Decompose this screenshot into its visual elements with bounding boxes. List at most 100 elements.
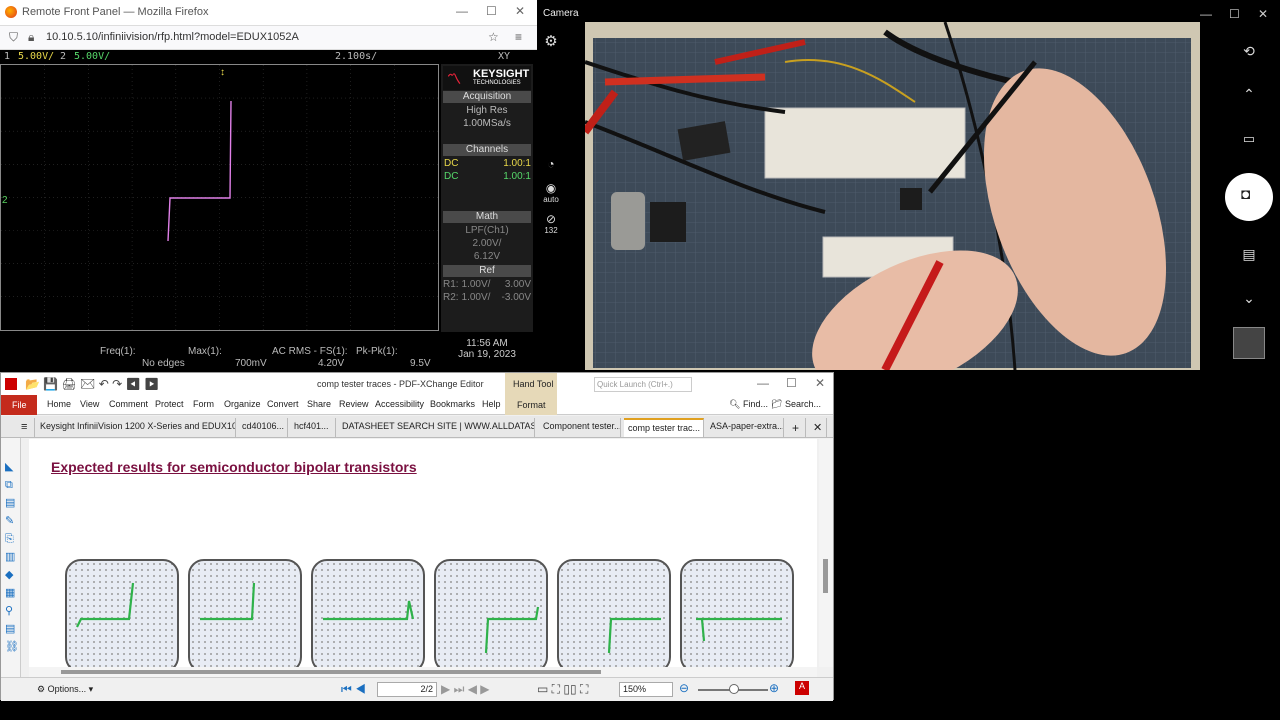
bookmark-star-icon[interactable]: ☆ xyxy=(488,30,499,44)
zoom-in-icon[interactable]: ⊕ xyxy=(769,681,779,695)
menu-review[interactable]: Review xyxy=(339,399,369,409)
channels-header[interactable]: Channels xyxy=(443,144,531,156)
cam-close-icon[interactable]: ✕ xyxy=(1258,7,1268,21)
gear-icon[interactable]: ⚙ xyxy=(543,32,559,50)
ref-header[interactable]: Ref xyxy=(443,265,531,277)
camera-title: Camera xyxy=(543,8,579,19)
quick-launch-input[interactable]: Quick Launch (Ctrl+.) xyxy=(594,377,692,392)
pdf-close-icon[interactable]: ✕ xyxy=(815,376,825,390)
page-layout-icons[interactable]: ▭ ⛶ ▯▯ ⛶ xyxy=(537,682,588,697)
menu-file[interactable]: File xyxy=(1,395,37,415)
keysight-logo-icon: 〽 xyxy=(447,71,461,87)
zoom-out-icon[interactable]: ⊖ xyxy=(679,681,689,695)
pdf-minimize-icon[interactable]: — xyxy=(757,376,769,390)
doc-tab[interactable]: Keysight InfiniiVision 1200 X-Series and… xyxy=(36,418,236,437)
zoom-select[interactable]: 150% xyxy=(619,682,673,697)
pkpk-label: Pk-Pk(1): xyxy=(356,346,398,357)
vertical-scrollbar[interactable] xyxy=(819,439,833,667)
ref1-offset: 3.00V xyxy=(504,279,531,290)
pkpk-value: 9.5V xyxy=(410,358,431,369)
zoom-slider[interactable] xyxy=(698,684,768,694)
page-nav-forward-icons[interactable]: ▶ ⏭ ◀ ▶ xyxy=(441,682,490,697)
chevron-down-icon[interactable]: ⌄ xyxy=(1239,290,1259,307)
math-header[interactable]: Math xyxy=(443,211,531,223)
menu-format[interactable]: Format xyxy=(505,395,557,415)
doc-tab-active[interactable]: comp tester trac... xyxy=(624,418,704,437)
page-number-field[interactable]: 2/2 xyxy=(377,682,437,697)
cam-maximize-icon[interactable]: ☐ xyxy=(1229,7,1240,21)
auto-exposure-icon[interactable]: ◉ auto xyxy=(537,181,565,204)
doc-tab[interactable]: cd40106... xyxy=(238,418,288,437)
find-button[interactable]: 🔍︎ Find... xyxy=(729,399,768,410)
adobe-icon[interactable]: A xyxy=(795,681,809,695)
menu-bookmarks[interactable]: Bookmarks xyxy=(430,399,475,409)
options-button[interactable]: ⚙ Options... ▾ xyxy=(37,684,93,695)
curve-trace xyxy=(323,600,415,621)
menu-icon[interactable]: ≡ xyxy=(515,30,522,44)
scope-date: Jan 19, 2023 xyxy=(458,349,516,360)
firefox-title: Remote Front Panel — Mozilla Firefox xyxy=(22,6,209,18)
document-mode-icon[interactable]: ▤ xyxy=(1239,246,1259,263)
shield-icon[interactable]: ⛉ xyxy=(9,30,18,45)
freq-label: Freq(1): xyxy=(100,346,136,357)
firefox-window: Remote Front Panel — Mozilla Firefox — ☐… xyxy=(0,0,537,372)
close-tab-icon[interactable]: ✕ xyxy=(809,418,827,437)
max-label: Max(1): xyxy=(188,346,222,357)
document-tabs: ≡ Keysight InfiniiVision 1200 X-Series a… xyxy=(1,416,833,438)
tabs-list-icon[interactable]: ≡ xyxy=(17,418,35,437)
ch2-number: 2 xyxy=(60,51,67,62)
menu-convert[interactable]: Convert xyxy=(267,399,299,409)
math-scale: 2.00V/ xyxy=(472,238,502,249)
doc-tab[interactable]: Component tester... xyxy=(539,418,621,437)
menu-help[interactable]: Help xyxy=(482,399,501,409)
cam-minimize-icon[interactable]: — xyxy=(1200,7,1212,21)
menu-comment[interactable]: Comment xyxy=(109,399,148,409)
menu-view[interactable]: View xyxy=(80,399,99,409)
pdf-menu-ribbon: File Home View Comment Protect Form Orga… xyxy=(1,395,833,415)
menu-home[interactable]: Home xyxy=(47,399,71,409)
horizontal-scrollbar[interactable] xyxy=(29,667,817,677)
lock-icon[interactable]: 🔒︎ xyxy=(28,30,34,45)
last-photo-thumbnail[interactable] xyxy=(1233,327,1265,359)
menu-accessibility[interactable]: Accessibility xyxy=(375,399,424,409)
ch1-probe: 1.00:1 xyxy=(503,158,531,169)
address-bar[interactable]: ⛉ 🔒︎ 10.10.5.10/infiniivision/rfp.html?m… xyxy=(0,26,537,50)
iso-icon[interactable]: ⊘ 132 xyxy=(537,212,565,235)
shutter-button[interactable]: ◘ xyxy=(1225,173,1273,221)
chevron-up-icon[interactable]: ⌃ xyxy=(1239,86,1259,103)
doc-tab[interactable]: DATASHEET SEARCH SITE | WWW.ALLDATASHEET… xyxy=(338,418,535,437)
curve-trace xyxy=(484,606,540,654)
close-icon[interactable]: ✕ xyxy=(515,4,525,18)
menu-form[interactable]: Form xyxy=(193,399,214,409)
menu-share[interactable]: Share xyxy=(307,399,331,409)
doc-tab[interactable]: hcf401... xyxy=(290,418,336,437)
ch2-scale: 5.00V/ xyxy=(74,51,111,62)
camera-scene xyxy=(585,22,1200,370)
hscroll-thumb xyxy=(61,670,601,674)
timebase: 2.100s/ xyxy=(335,51,378,62)
ref2-offset: -3.00V xyxy=(501,292,531,303)
maximize-icon[interactable]: ☐ xyxy=(486,4,497,18)
video-mode-icon[interactable]: ▭ xyxy=(1239,131,1259,147)
keysight-logo: 〽 KEYSIGHT TECHNOLOGIES xyxy=(443,66,531,90)
pdf-titlebar: 📂 💾 🖨 ✉ ↶ ↷ ◀ ▶ comp tester traces - PDF… xyxy=(1,373,833,395)
minimize-icon[interactable]: — xyxy=(456,4,468,18)
hand-tool-context-tab[interactable]: Hand Tool xyxy=(505,373,557,395)
timer-icon[interactable]: ◔ xyxy=(543,157,559,171)
acquisition-header[interactable]: Acquisition xyxy=(443,91,531,103)
search-button[interactable]: 📁︎ Search... xyxy=(771,399,821,410)
pdf-maximize-icon[interactable]: ☐ xyxy=(786,376,797,390)
doc-tab[interactable]: ASA-paper-extra... xyxy=(706,418,784,437)
camera-shutter-icon: ◘ xyxy=(1241,186,1251,203)
zoom-slider-thumb xyxy=(729,684,739,694)
side-panel-icons[interactable]: ◣ ⧉ ▤ ✎ ⎘ ▥ ◆ ▦ ⚲ ▤ ⛓ xyxy=(5,458,19,656)
menu-organize[interactable]: Organize xyxy=(224,399,261,409)
switch-camera-icon[interactable]: ⟲ xyxy=(1239,43,1259,60)
ch1-scale: 5.00V/ xyxy=(18,51,55,62)
page-nav-back-icons[interactable]: ⏮ ◀ xyxy=(341,682,366,697)
menu-protect[interactable]: Protect xyxy=(155,399,184,409)
curve-tile xyxy=(434,559,548,673)
new-tab-icon[interactable]: + xyxy=(788,418,806,437)
url-text[interactable]: 10.10.5.10/infiniivision/rfp.html?model=… xyxy=(46,31,299,43)
scope-display[interactable]: 2 ↕ xyxy=(0,64,439,331)
